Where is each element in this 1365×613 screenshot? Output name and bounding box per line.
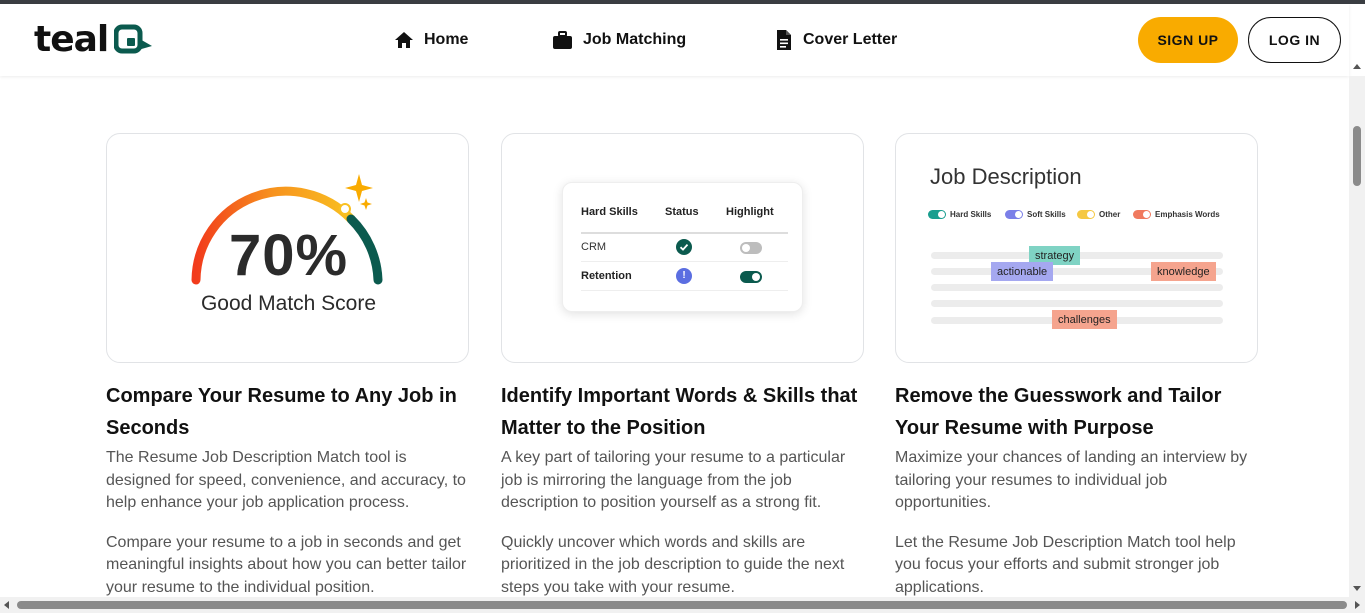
feature-identify: Identify Important Words & Skills that M… xyxy=(501,380,866,599)
logo-mark-icon xyxy=(114,24,153,54)
log-in-button[interactable]: LOG IN xyxy=(1248,17,1341,63)
feature-paragraph: A key part of tailoring your resume to a… xyxy=(501,449,846,511)
nav-home-label: Home xyxy=(424,31,469,48)
nav-job-matching[interactable]: Job Matching xyxy=(552,28,686,52)
briefcase-icon xyxy=(553,30,572,49)
header-divider xyxy=(581,232,788,234)
tag-knowledge: knowledge xyxy=(1151,262,1216,281)
feature-title: Identify Important Words & Skills that M… xyxy=(501,385,858,439)
feature-paragraph: Let the Resume Job Description Match too… xyxy=(895,533,1236,596)
logo-text: teal xyxy=(34,19,109,60)
skills-table-card: Hard Skills Status Highlight CRM Retenti… xyxy=(501,133,864,363)
column-header-hard-skills: Hard Skills xyxy=(581,206,638,218)
document-icon xyxy=(777,30,791,50)
row-divider xyxy=(581,290,788,291)
site-header: teal Home Job Matching Cover Letter SIGN… xyxy=(0,4,1349,76)
legend-soft-skills: Soft Skills xyxy=(1005,210,1066,219)
sign-up-button[interactable]: SIGN UP xyxy=(1138,17,1238,63)
feature-paragraph: Maximize your chances of landing an inte… xyxy=(895,449,1248,511)
match-score-card: 70% Good Match Score xyxy=(106,133,469,363)
vertical-scrollbar-thumb[interactable] xyxy=(1353,126,1361,186)
home-icon xyxy=(395,32,413,48)
tag-actionable: actionable xyxy=(991,262,1054,281)
feature-paragraph: The Resume Job Description Match tool is… xyxy=(106,449,466,511)
feature-tailor: Remove the Guesswork and Tailor Your Res… xyxy=(895,380,1260,599)
feature-paragraph: Quickly uncover which words and skills a… xyxy=(501,533,845,596)
scroll-up-arrow-icon[interactable] xyxy=(1353,64,1361,69)
row-divider xyxy=(581,261,788,262)
text-placeholder-line xyxy=(931,300,1223,307)
alert-icon: ! xyxy=(676,268,692,284)
job-description-title: Job Description xyxy=(930,164,1082,189)
column-header-status: Status xyxy=(665,206,699,218)
match-score-caption: Good Match Score xyxy=(200,292,377,315)
nav-cover-letter-label: Cover Letter xyxy=(803,31,898,48)
nav-cover-letter[interactable]: Cover Letter xyxy=(775,28,897,52)
legend-emphasis-words: Emphasis Words xyxy=(1133,210,1220,219)
feature-paragraph: Compare your resume to a job in seconds … xyxy=(106,533,467,596)
skill-retention: Retention xyxy=(581,270,632,282)
check-icon xyxy=(676,239,692,255)
legend-hard-skills: Hard Skills xyxy=(928,210,991,219)
teal-logo[interactable]: teal xyxy=(34,20,154,60)
feature-compare: Compare Your Resume to Any Job in Second… xyxy=(106,380,471,599)
text-placeholder-line xyxy=(931,284,1223,291)
scroll-down-arrow-icon[interactable] xyxy=(1353,586,1361,591)
feature-title: Remove the Guesswork and Tailor Your Res… xyxy=(895,385,1222,439)
skill-crm: CRM xyxy=(581,241,607,253)
horizontal-scrollbar-thumb[interactable] xyxy=(17,601,1347,609)
nav-job-matching-label: Job Matching xyxy=(583,31,687,48)
feature-title: Compare Your Resume to Any Job in Second… xyxy=(106,385,457,439)
nav-home[interactable]: Home xyxy=(394,28,468,52)
scroll-left-arrow-icon[interactable] xyxy=(4,601,9,609)
tag-challenges: challenges xyxy=(1052,310,1117,329)
column-header-highlight: Highlight xyxy=(726,206,774,218)
job-description-card: Job Description Hard Skills Soft Skills … xyxy=(895,133,1258,363)
skills-table: Hard Skills Status Highlight CRM Retenti… xyxy=(562,182,803,312)
legend-other: Other xyxy=(1077,210,1120,219)
highlight-toggle-retention[interactable] xyxy=(740,271,762,283)
scroll-right-arrow-icon[interactable] xyxy=(1355,601,1360,609)
match-score-value: 70% xyxy=(228,223,349,288)
highlight-toggle-crm[interactable] xyxy=(740,242,762,254)
